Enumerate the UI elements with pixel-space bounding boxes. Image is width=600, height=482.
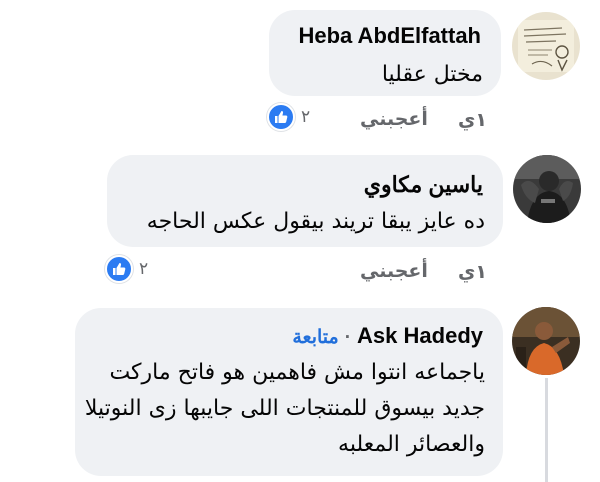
reaction-summary[interactable]: ٢ xyxy=(105,255,148,283)
author-row: Ask Hadedy · متابعة xyxy=(292,323,483,349)
thumbs-up-icon xyxy=(267,103,295,131)
comment-text-line: والعصائر المعلبه xyxy=(338,432,485,457)
follow-button[interactable]: متابعة xyxy=(292,326,338,349)
comment-author[interactable]: Ask Hadedy xyxy=(357,323,483,349)
comment-author[interactable]: Heba AbdElfattah xyxy=(298,23,481,49)
separator-dot: · xyxy=(344,327,352,348)
avatar-heba[interactable] xyxy=(512,12,580,80)
comment-text: مختل عقليا xyxy=(381,62,483,87)
like-button[interactable]: أعجبني xyxy=(360,260,428,282)
comment-text-line: جديد بيسوق للمنتجات اللى جايبها زى النوت… xyxy=(84,396,485,421)
comment-bubble: ياسين مكاوي ده عايز يبقا تريند بيقول عكس… xyxy=(107,155,503,247)
avatar-image xyxy=(513,155,581,223)
reaction-count: ٢ xyxy=(139,259,149,279)
avatar-yassin[interactable] xyxy=(513,155,581,223)
avatar-image xyxy=(512,307,580,375)
reaction-summary[interactable]: ٢ xyxy=(267,103,310,131)
comment-text-line: ياجماعه انتوا مش فاهمين هو فاتح ماركت xyxy=(109,360,485,385)
comment-bubble: Heba AbdElfattah مختل عقليا xyxy=(269,10,501,96)
like-button[interactable]: أعجبني xyxy=(360,108,428,130)
comment-bubble: Ask Hadedy · متابعة ياجماعه انتوا مش فاه… xyxy=(75,308,503,476)
avatar-image xyxy=(512,12,580,80)
avatar-ask-hadedy[interactable] xyxy=(512,307,580,375)
comment-author[interactable]: ياسين مكاوي xyxy=(364,172,483,198)
reaction-count: ٢ xyxy=(301,107,311,127)
thread-line xyxy=(545,378,548,482)
comment-time[interactable]: ١ي xyxy=(458,261,487,283)
thumbs-up-icon xyxy=(105,255,133,283)
comment-text: ده عايز يبقا تريند بيقول عكس الحاجه xyxy=(146,209,485,234)
comment-time[interactable]: ١ي xyxy=(458,109,487,131)
